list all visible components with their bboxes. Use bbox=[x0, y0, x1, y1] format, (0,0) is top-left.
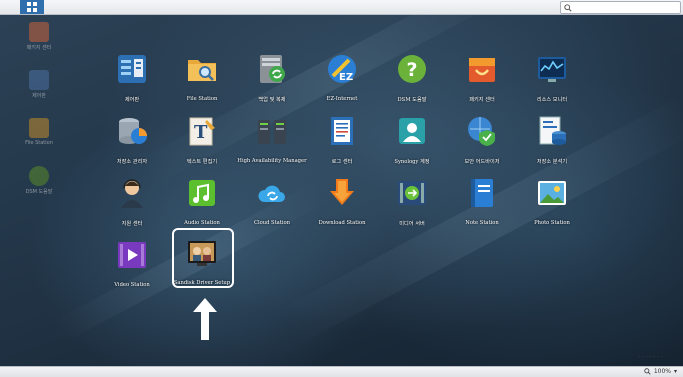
app-storage-manager[interactable]: 저장소 관리자 bbox=[96, 114, 168, 165]
app-storage-analyzer[interactable]: 저장소 분석기 bbox=[516, 114, 588, 165]
app-dsm-help[interactable]: ? DSM 도움말 bbox=[376, 52, 448, 103]
folder-search-icon bbox=[188, 60, 216, 81]
grid-icon bbox=[27, 2, 37, 12]
synology-account-icon bbox=[399, 118, 425, 144]
app-label: 지원 센터 bbox=[121, 221, 143, 227]
desktop-shortcut-label: DSM 도움말 bbox=[25, 189, 53, 195]
app-resource-monitor[interactable]: 리소스 모니터 bbox=[516, 52, 588, 103]
app-audio-station[interactable]: Audio Station bbox=[166, 176, 238, 226]
desktop-shortcut-dsm-help[interactable]: DSM 도움말 bbox=[14, 166, 64, 195]
app-file-station[interactable]: File Station bbox=[166, 52, 238, 102]
app-video-station[interactable]: Video Station bbox=[96, 238, 168, 288]
app-label: High Availability Manager bbox=[237, 158, 307, 164]
app-backup-replication[interactable]: 백업 및 복제 bbox=[236, 52, 308, 103]
storage-manager-icon bbox=[119, 118, 147, 144]
resource-monitor-icon bbox=[538, 57, 566, 82]
app-label: 로그 센터 bbox=[331, 159, 353, 165]
app-label: Download Station bbox=[318, 220, 366, 226]
package-center-icon bbox=[29, 22, 49, 42]
app-security-advisor[interactable]: 보안 어드바이저 bbox=[446, 114, 518, 165]
status-bar: 100% ▾ bbox=[0, 366, 683, 377]
app-label: 백업 및 복제 bbox=[258, 97, 286, 103]
app-log-center[interactable]: 로그 센터 bbox=[306, 114, 378, 165]
storage-analyzer-icon bbox=[539, 116, 566, 145]
app-download-station[interactable]: Download Station bbox=[306, 176, 378, 226]
app-support-center[interactable]: 지원 센터 bbox=[96, 176, 168, 227]
chevron-down-icon: ▾ bbox=[673, 368, 677, 375]
app-label: Photo Station bbox=[534, 220, 570, 226]
app-label: 보안 어드바이저 bbox=[464, 159, 500, 165]
app-label: 패키지 센터 bbox=[469, 97, 495, 103]
help-icon: ? bbox=[398, 55, 426, 83]
zoom-level: 100% bbox=[653, 368, 671, 375]
main-menu-button[interactable] bbox=[20, 0, 44, 14]
media-server-icon bbox=[398, 181, 426, 205]
security-advisor-icon bbox=[468, 117, 495, 146]
svg-text:EZ: EZ bbox=[339, 72, 353, 83]
backup-replication-icon bbox=[260, 55, 285, 83]
app-label: EZ-Internet bbox=[326, 96, 358, 102]
app-text-editor[interactable]: T 텍스트 편집기 bbox=[166, 114, 238, 165]
svg-text:?: ? bbox=[407, 59, 418, 81]
watermark: · · · · · · · bbox=[638, 354, 663, 361]
app-label: DSM 도움말 bbox=[397, 97, 427, 103]
app-label: Audio Station bbox=[184, 220, 220, 226]
desktop-shortcut-control-panel[interactable]: 제어판 bbox=[14, 70, 64, 99]
app-ez-internet[interactable]: EZ EZ-Internet bbox=[306, 52, 378, 102]
download-station-icon bbox=[330, 179, 354, 205]
app-package-center[interactable]: 패키지 센터 bbox=[446, 52, 518, 103]
zoom-control[interactable]: 100% ▾ bbox=[644, 368, 677, 375]
app-label: 리소스 모니터 bbox=[536, 97, 568, 103]
text-editor-icon: T bbox=[189, 117, 215, 146]
highlight-box bbox=[172, 228, 234, 288]
zoom-icon bbox=[644, 368, 651, 375]
desktop-shortcut-file-station[interactable]: File Station bbox=[14, 118, 64, 146]
control-panel-icon bbox=[29, 70, 49, 90]
app-label: 텍스트 편집기 bbox=[186, 159, 218, 165]
desktop-shortcut-label: 제어판 bbox=[32, 93, 46, 99]
app-label: 저장소 분석기 bbox=[536, 159, 568, 165]
app-control-panel[interactable]: 제어판 bbox=[96, 52, 168, 103]
high-availability-icon bbox=[258, 120, 286, 144]
app-label: 제어판 bbox=[124, 97, 140, 103]
app-media-server[interactable]: 미디어 서버 bbox=[376, 176, 448, 227]
note-station-icon bbox=[471, 179, 493, 207]
app-note-station[interactable]: Note Station bbox=[446, 176, 518, 226]
app-label: Cloud Station bbox=[253, 220, 290, 226]
ez-internet-icon: EZ bbox=[328, 55, 356, 83]
support-center-icon bbox=[121, 179, 143, 208]
search-input[interactable] bbox=[560, 1, 681, 14]
control-panel-icon bbox=[118, 55, 146, 83]
app-label: Synology 계정 bbox=[394, 159, 430, 165]
search-icon bbox=[564, 3, 572, 12]
app-label: Video Station bbox=[114, 282, 150, 288]
desktop-shortcut-package-center[interactable]: 패키지 센터 bbox=[14, 22, 64, 51]
log-center-icon bbox=[331, 117, 353, 145]
audio-station-icon bbox=[189, 180, 215, 206]
help-icon bbox=[29, 166, 49, 186]
photo-station-icon bbox=[538, 181, 566, 205]
package-center-icon bbox=[469, 58, 495, 82]
arrow-up-icon bbox=[193, 298, 217, 340]
app-label: File Station bbox=[186, 96, 218, 102]
folder-icon bbox=[29, 118, 49, 138]
app-photo-station[interactable]: Photo Station bbox=[516, 176, 588, 226]
svg-text:T: T bbox=[194, 122, 208, 143]
cloud-station-icon bbox=[258, 185, 285, 202]
app-label: 미디어 서버 bbox=[399, 221, 425, 227]
desktop-shortcut-label: 패키지 센터 bbox=[26, 45, 52, 51]
video-station-icon bbox=[118, 242, 146, 268]
taskbar bbox=[0, 0, 683, 15]
app-label: Note Station bbox=[465, 220, 499, 226]
app-high-availability[interactable]: High Availability Manager bbox=[236, 114, 308, 164]
desktop-shortcut-label: File Station bbox=[25, 140, 53, 146]
app-cloud-station[interactable]: Cloud Station bbox=[236, 176, 308, 226]
app-synology-account[interactable]: Synology 계정 bbox=[376, 114, 448, 165]
app-label: 저장소 관리자 bbox=[116, 159, 148, 165]
